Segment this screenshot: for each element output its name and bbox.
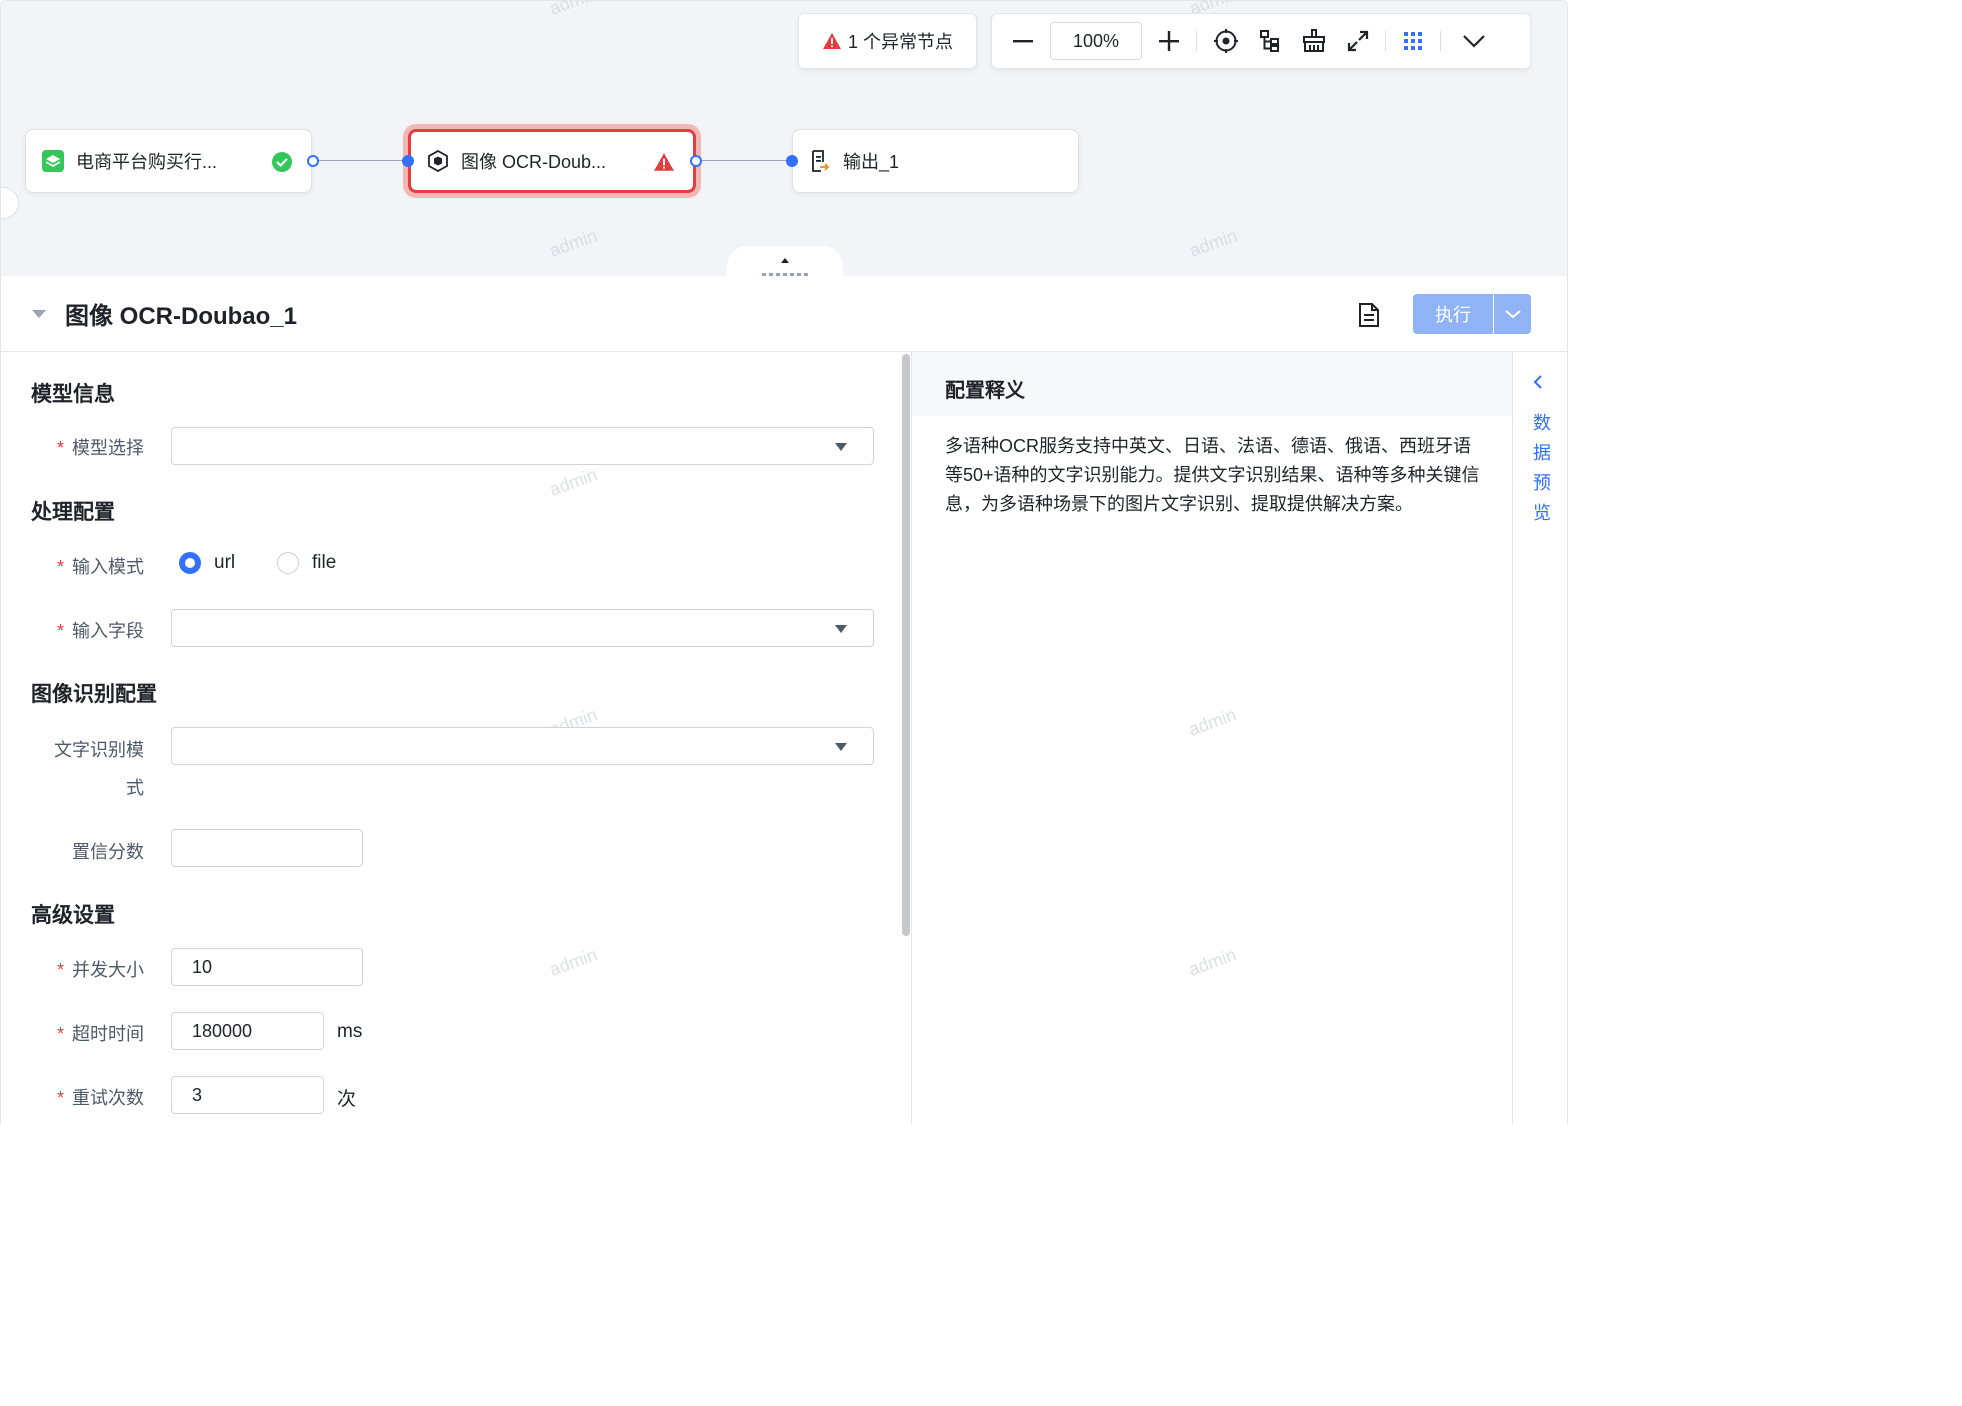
node-ecommerce-source[interactable]: 电商平台购买行...	[25, 129, 312, 193]
confidence-input[interactable]	[171, 829, 363, 867]
watermark: admin	[546, 944, 600, 980]
warning-icon	[653, 152, 675, 177]
section-title-image: 图像识别配置	[31, 683, 157, 706]
section-title-process: 处理配置	[31, 501, 115, 524]
left-panel-toggle-button[interactable]	[1, 187, 19, 219]
caret-down-icon	[835, 743, 847, 751]
config-form: admin admin admin 模型信息 * 模型选择 处理配置 * 输入模式 …	[0, 352, 912, 1124]
node-output-port[interactable]	[307, 155, 319, 167]
timeout-input[interactable]: 180000	[171, 1012, 324, 1050]
node-label: 电商平台购买行...	[76, 152, 218, 172]
node-output-port[interactable]	[690, 155, 702, 167]
concurrency-input[interactable]: 10	[171, 948, 363, 986]
config-description-panel: 配置释义 多语种OCR服务支持中英文、日语、法语、德语、俄语、西班牙语等50+语…	[912, 352, 1512, 1124]
node-label: 输出_1	[843, 152, 900, 172]
execute-button[interactable]: 执行	[1413, 294, 1493, 334]
input-mode-label: * 输入模式	[56, 557, 144, 577]
grid-icon	[1404, 32, 1422, 50]
node-input-port[interactable]	[786, 155, 798, 167]
node-config-header: 图像 OCR-Doubao_1 执行	[0, 276, 1568, 352]
watermark: admin	[546, 225, 600, 261]
watermark: admin	[1186, 225, 1240, 261]
timeout-unit: ms	[337, 1021, 363, 1042]
model-select-label: * 模型选择	[56, 438, 144, 458]
locate-button[interactable]	[1209, 24, 1243, 58]
output-icon	[809, 150, 831, 172]
node-output[interactable]: 输出_1	[792, 129, 1079, 193]
fullscreen-button[interactable]	[1341, 24, 1375, 58]
description-title: 配置释义	[945, 380, 1025, 402]
input-mode-option-label: file	[312, 552, 337, 573]
toolbar-divider	[1385, 31, 1386, 51]
grid-view-button[interactable]	[1396, 24, 1430, 58]
section-title-advanced: 高级设置	[31, 904, 115, 927]
input-field-select[interactable]	[171, 609, 874, 647]
execute-dropdown-button[interactable]	[1493, 294, 1531, 334]
zoom-out-button[interactable]	[1006, 24, 1040, 58]
edge-connection	[319, 160, 403, 161]
text-mode-label-wrap: 式	[126, 778, 144, 798]
document-icon[interactable]	[1357, 302, 1381, 328]
chevron-down-icon	[1463, 35, 1485, 48]
retry-unit: 次	[337, 1089, 357, 1110]
target-icon	[1214, 29, 1238, 53]
execute-button-group: 执行	[1413, 294, 1531, 334]
broom-icon	[1303, 29, 1325, 52]
clean-canvas-button[interactable]	[1297, 24, 1331, 58]
cube-icon	[427, 150, 449, 172]
zoom-level-display[interactable]: 100%	[1050, 22, 1142, 60]
canvas-toolbar: 100%	[991, 13, 1531, 69]
input-mode-radio-url[interactable]	[179, 552, 201, 574]
toolbar-divider	[1440, 31, 1441, 51]
confidence-label: 置信分数	[72, 842, 144, 862]
layout-tree-button[interactable]	[1253, 24, 1287, 58]
minus-icon	[1013, 40, 1033, 43]
panel-title: 图像 OCR-Doubao_1	[65, 303, 298, 330]
abnormal-node-alert[interactable]: 1 个异常节点	[798, 13, 977, 69]
model-select[interactable]	[171, 427, 874, 465]
text-mode-label: 文字识别模	[54, 740, 144, 760]
tree-structure-icon	[1260, 30, 1279, 52]
node-input-port[interactable]	[402, 155, 414, 167]
watermark: admin	[546, 0, 600, 19]
watermark: admin	[1185, 944, 1239, 980]
dataset-icon	[42, 150, 64, 172]
caret-up-icon	[781, 258, 789, 263]
input-field-label: * 输入字段	[56, 621, 144, 641]
zoom-in-button[interactable]	[1152, 24, 1186, 58]
toolbar-more-button[interactable]	[1457, 24, 1491, 58]
toolbar-divider	[1196, 31, 1197, 51]
data-preview-rail[interactable]: 数据预览	[1512, 352, 1568, 1124]
workflow-canvas[interactable]: admin admin admin admin 1 个异常节点 100% 电商平…	[0, 0, 1568, 276]
concurrency-label: * 并发大小	[56, 960, 144, 980]
caret-down-icon	[835, 443, 847, 451]
retry-input[interactable]: 3	[171, 1076, 324, 1114]
warning-icon	[822, 33, 841, 49]
description-text: 多语种OCR服务支持中英文、日语、法语、德语、俄语、西班牙语等50+语种的文字识…	[945, 436, 1480, 514]
panel-collapse-handle[interactable]	[727, 246, 843, 276]
plus-icon	[1159, 31, 1179, 51]
section-title-model: 模型信息	[31, 383, 115, 406]
timeout-label: * 超时时间	[56, 1024, 144, 1044]
watermark: admin	[1185, 704, 1239, 740]
data-preview-label[interactable]: 数据预览	[1532, 408, 1552, 528]
alert-label: 1 个异常节点	[847, 32, 953, 52]
chevron-left-icon[interactable]	[1533, 374, 1543, 390]
retry-label: * 重试次数	[56, 1088, 144, 1108]
expand-icon	[1347, 30, 1369, 52]
node-label: 图像 OCR-Doub...	[461, 152, 607, 172]
collapse-caret-icon[interactable]	[31, 309, 47, 319]
node-image-ocr[interactable]: 图像 OCR-Doub...	[408, 129, 696, 193]
input-mode-radio-file[interactable]	[277, 552, 299, 574]
input-mode-option-label: url	[214, 552, 236, 573]
watermark: admin	[546, 464, 600, 500]
edge-connection	[702, 160, 786, 161]
caret-down-icon	[835, 625, 847, 633]
form-scrollbar[interactable]	[902, 354, 910, 936]
text-recognition-mode-select[interactable]	[171, 727, 874, 765]
chevron-down-icon	[1504, 310, 1521, 319]
success-check-icon	[271, 151, 293, 178]
